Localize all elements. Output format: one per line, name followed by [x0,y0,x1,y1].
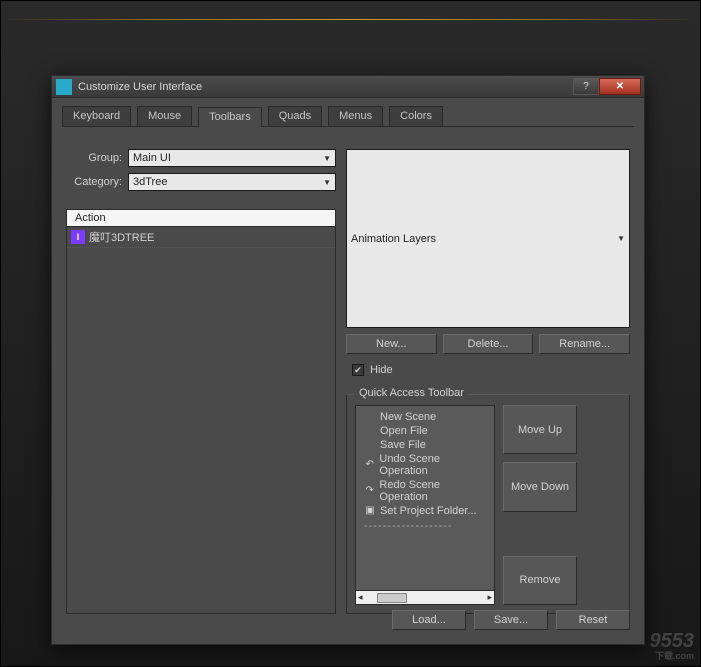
group-dropdown[interactable]: Main UI ▼ [128,149,336,167]
watermark: 9553下载.com [650,630,695,662]
chevron-down-icon: ▼ [323,154,331,163]
quick-access-toolbar-group: Quick Access Toolbar New Scene Open File… [346,394,630,614]
tab-colors[interactable]: Colors [389,106,443,126]
folder-icon: ▣ [364,505,376,517]
redo-icon: ↷ [364,485,375,497]
toolbar-dropdown[interactable]: Animation Layers ▼ [346,149,630,328]
action-item[interactable]: I 魔叮3DTREE [67,227,335,248]
undo-icon: ↶ [364,459,375,471]
plugin-icon: I [71,230,85,244]
scroll-thumb[interactable] [377,593,407,603]
action-item-label: 魔叮3DTREE [89,229,154,245]
list-item[interactable]: Open File [358,424,492,438]
scroll-right-icon[interactable]: ▸ [487,592,492,603]
chevron-down-icon: ▼ [323,178,331,187]
list-item[interactable]: Save File [358,438,492,452]
tab-mouse[interactable]: Mouse [137,106,192,126]
dialog-title: Customize User Interface [78,81,573,93]
blank-icon [364,425,376,437]
blank-icon [364,439,376,451]
titlebar[interactable]: Customize User Interface ? ✕ [52,76,644,98]
action-column-header[interactable]: Action [67,210,335,227]
hide-checkbox[interactable]: ✔ [352,364,364,376]
qat-list[interactable]: New Scene Open File Save File ↶Undo Scen… [355,405,495,605]
help-button[interactable]: ? [573,78,599,95]
save-button[interactable]: Save... [474,610,548,630]
horizontal-scrollbar[interactable]: ◂ ▸ [356,590,494,604]
close-button[interactable]: ✕ [599,78,641,95]
customize-ui-dialog: Customize User Interface ? ✕ Keyboard Mo… [51,75,645,645]
qat-legend: Quick Access Toolbar [355,387,468,399]
group-label: Group: [66,152,128,164]
app-icon [56,79,72,95]
list-item[interactable]: ▣Set Project Folder... [358,504,492,518]
tab-bar: Keyboard Mouse Toolbars Quads Menus Colo… [62,106,634,127]
action-list[interactable]: Action I 魔叮3DTREE [66,209,336,614]
load-button[interactable]: Load... [392,610,466,630]
chevron-down-icon: ▼ [617,234,625,243]
reset-button[interactable]: Reset [556,610,630,630]
tab-menus[interactable]: Menus [328,106,383,126]
rename-button[interactable]: Rename... [539,334,630,354]
tab-quads[interactable]: Quads [268,106,322,126]
delete-button[interactable]: Delete... [443,334,534,354]
category-dropdown[interactable]: 3dTree ▼ [128,173,336,191]
scroll-left-icon[interactable]: ◂ [358,592,363,603]
list-item[interactable]: New Scene [358,410,492,424]
hide-label: Hide [370,364,393,376]
tab-keyboard[interactable]: Keyboard [62,106,131,126]
category-label: Category: [66,176,128,188]
blank-icon [364,411,376,423]
list-item[interactable]: ↶Undo Scene Operation [358,452,492,478]
move-down-button[interactable]: Move Down [503,462,577,511]
tab-toolbars[interactable]: Toolbars [198,107,262,127]
separator: ------------------- [364,520,486,532]
new-button[interactable]: New... [346,334,437,354]
list-item[interactable]: ↷Redo Scene Operation [358,478,492,504]
move-up-button[interactable]: Move Up [503,405,577,454]
remove-button[interactable]: Remove [503,556,577,605]
